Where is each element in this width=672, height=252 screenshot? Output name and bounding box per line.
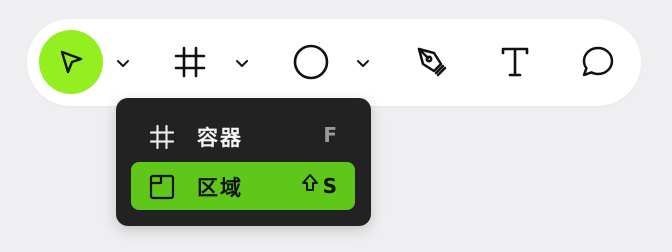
- canvas-stage: 容器 F 区域 S: [0, 0, 672, 252]
- shortcut-key: F: [323, 123, 337, 147]
- comment-tool-button[interactable]: [569, 33, 627, 91]
- keyboard-shortcut: F: [323, 123, 337, 147]
- circle-shape-icon: [292, 43, 330, 81]
- shape-tool-button[interactable]: [282, 33, 340, 91]
- menu-item-label: 区域: [197, 176, 243, 200]
- chevron-down-icon: [116, 54, 130, 73]
- menu-item-frame[interactable]: 容器 F: [131, 112, 355, 160]
- pen-nib-icon: [414, 44, 450, 80]
- select-tool-button[interactable]: [39, 30, 103, 94]
- section-panel-icon: [149, 174, 175, 200]
- frame-tool-button[interactable]: [161, 33, 219, 91]
- shortcut-key: S: [322, 173, 337, 198]
- frame-hash-icon: [173, 45, 207, 79]
- comment-bubble-icon: [580, 44, 616, 80]
- menu-item-label: 容器: [197, 126, 243, 150]
- text-t-icon: [499, 45, 531, 79]
- shift-arrow-icon: [301, 173, 319, 198]
- frame-tool-menu: 容器 F 区域 S: [116, 98, 371, 226]
- menu-item-section[interactable]: 区域 S: [131, 162, 355, 210]
- keyboard-shortcut: S: [301, 173, 337, 198]
- frame-hash-icon: [149, 124, 175, 150]
- shape-tool-dropdown[interactable]: [352, 52, 374, 74]
- pointer-arrow-icon: [56, 47, 86, 77]
- select-tool-dropdown[interactable]: [112, 52, 134, 74]
- frame-tool-dropdown[interactable]: [231, 52, 253, 74]
- chevron-down-icon: [356, 54, 370, 73]
- text-tool-button[interactable]: [486, 33, 544, 91]
- pen-tool-button[interactable]: [403, 33, 461, 91]
- chevron-down-icon: [235, 54, 249, 73]
